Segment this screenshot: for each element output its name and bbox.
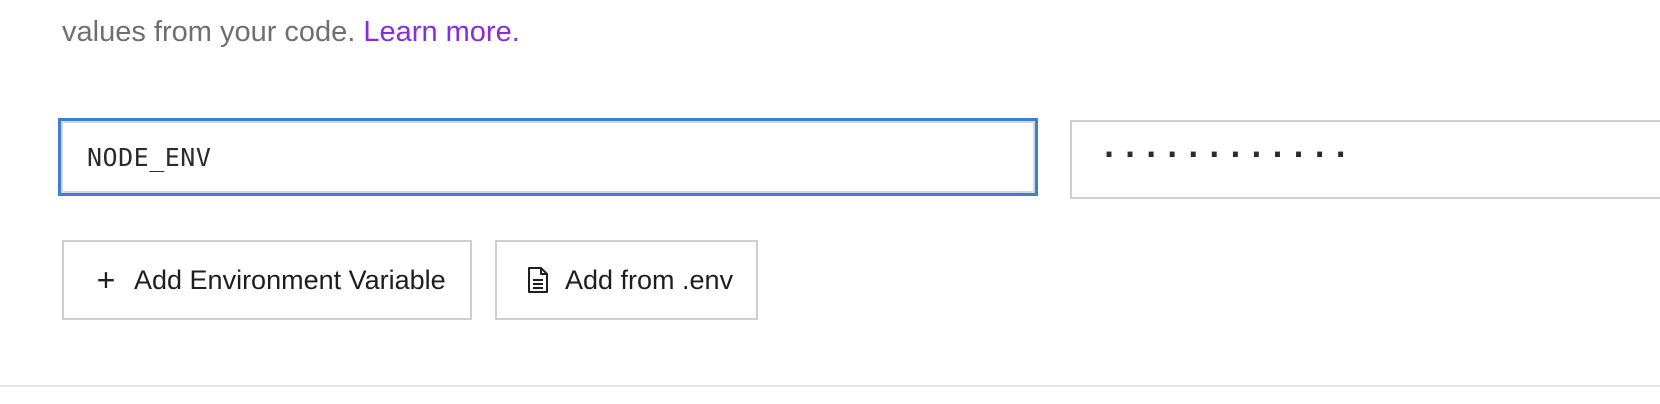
add-from-env-button[interactable]: Add from .env (495, 240, 758, 320)
section-description: values from your code. Learn more. (62, 14, 520, 50)
plus-icon: + (96, 262, 116, 298)
env-key-input[interactable]: NODE_ENV (58, 118, 1038, 196)
env-value-input[interactable]: ············ (1070, 120, 1660, 199)
add-environment-variable-button[interactable]: + Add Environment Variable (62, 240, 472, 320)
add-from-env-label: Add from .env (565, 264, 734, 295)
file-icon (527, 267, 549, 293)
env-key-value: NODE_ENV (87, 142, 212, 172)
add-environment-variable-label: Add Environment Variable (134, 264, 446, 295)
description-text: values from your code. (62, 16, 356, 48)
section-divider (0, 385, 1660, 387)
env-vars-section: values from your code. Learn more. NODE_… (0, 0, 1660, 404)
learn-more-link[interactable]: Learn more. (363, 16, 519, 48)
env-value-masked: ············ (1100, 138, 1353, 173)
